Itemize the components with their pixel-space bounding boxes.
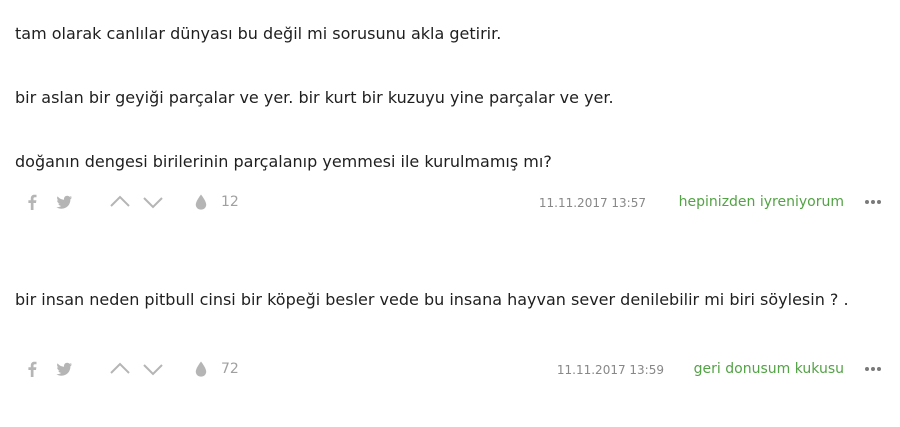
- entry: bir insan neden pitbull cinsi bir köpeği…: [0, 270, 900, 427]
- entry-paragraph: doğanın dengesi birilerinin parçalanıp y…: [15, 152, 552, 171]
- entry-author[interactable]: geri donusum kukusu: [694, 359, 844, 379]
- chevron-up-icon[interactable]: [109, 359, 130, 379]
- twitter-icon[interactable]: [54, 359, 74, 379]
- more-dots-icon[interactable]: [864, 361, 882, 375]
- entry: tam olarak canlılar dünyası bu değil mi …: [0, 0, 900, 230]
- entry-paragraph: tam olarak canlılar dünyası bu değil mi …: [15, 24, 502, 43]
- entry-paragraph: bir insan neden pitbull cinsi bir köpeği…: [15, 290, 849, 309]
- entry-content: bir insan neden pitbull cinsi bir köpeği…: [15, 284, 875, 316]
- drop-icon[interactable]: [191, 359, 211, 379]
- chevron-down-icon[interactable]: [142, 192, 163, 212]
- facebook-icon[interactable]: [22, 359, 42, 379]
- entry-paragraph: bir aslan bir geyiği parçalar ve yer. bi…: [15, 88, 614, 107]
- chevron-up-icon[interactable]: [109, 192, 130, 212]
- drop-icon[interactable]: [191, 192, 211, 212]
- entry-content: tam olarak canlılar dünyası bu değil mi …: [15, 18, 875, 178]
- entry-date[interactable]: 11.11.2017 13:57: [539, 194, 646, 212]
- entry-footer: 72 11.11.2017 13:59 geri donusum kukusu: [0, 357, 900, 381]
- twitter-icon[interactable]: [54, 192, 74, 212]
- favorite-count: 12: [221, 194, 239, 210]
- entry-date[interactable]: 11.11.2017 13:59: [557, 361, 664, 379]
- chevron-down-icon[interactable]: [142, 359, 163, 379]
- entry-author[interactable]: hepinizden iyreniyorum: [679, 192, 844, 212]
- favorite-count: 72: [221, 361, 239, 377]
- facebook-icon[interactable]: [22, 192, 42, 212]
- more-dots-icon[interactable]: [864, 194, 882, 208]
- entry-footer: 12 11.11.2017 13:57 hepinizden iyreniyor…: [0, 190, 900, 214]
